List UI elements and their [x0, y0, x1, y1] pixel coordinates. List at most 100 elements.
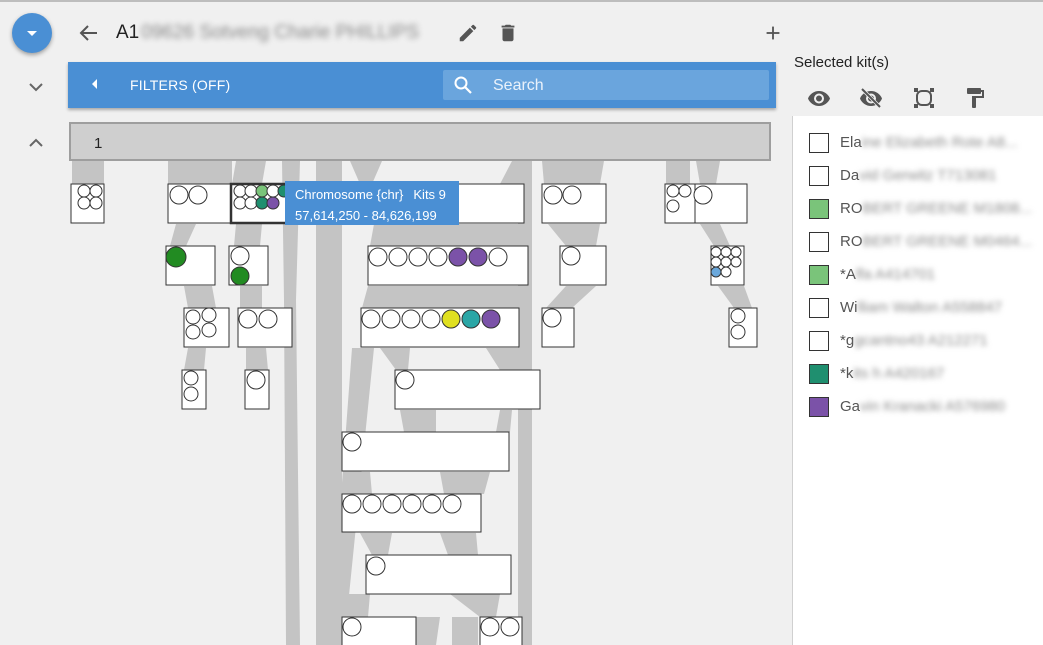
- kit-marker: [666, 199, 680, 213]
- kit-marker: [401, 309, 421, 329]
- kit-name-rest: ine Elizabeth Rote A8...: [861, 134, 1018, 151]
- kit-name-rest: BERT GREENE M0464...: [862, 233, 1033, 250]
- kit-color-swatch[interactable]: [809, 364, 829, 384]
- kit-color-swatch[interactable]: [809, 397, 829, 417]
- kit-marker: [230, 246, 250, 266]
- kit-marker: [244, 196, 258, 210]
- kit-marker: [266, 196, 280, 210]
- kit-name-rest: vin Kranacki A576980: [860, 398, 1006, 415]
- kit-color-swatch[interactable]: [809, 298, 829, 318]
- kit-name-rest: BERT GREENE M1808...: [862, 200, 1033, 217]
- kit-marker: [185, 324, 201, 340]
- kit-color-swatch[interactable]: [809, 331, 829, 351]
- kit-color-swatch[interactable]: [809, 199, 829, 219]
- kit-marker: [421, 309, 441, 329]
- flow-band: [240, 286, 262, 308]
- kit-marker: [169, 185, 189, 205]
- kit-marker: [258, 309, 278, 329]
- kit-name-start: RO: [840, 200, 863, 217]
- kit-marker: [246, 370, 266, 390]
- kit-marker: [238, 309, 258, 329]
- flow-band: [246, 348, 268, 370]
- flow-band: [168, 161, 232, 184]
- kit-marker: [255, 184, 269, 198]
- flow-band: [360, 533, 392, 555]
- kit-marker: [693, 185, 713, 205]
- kit-name-start: *g: [840, 332, 855, 349]
- kit-marker: [233, 184, 247, 198]
- kit-color-swatch[interactable]: [809, 166, 829, 186]
- kit-name-start: *k: [840, 365, 854, 382]
- flow-band: [546, 286, 596, 308]
- kit-marker: [468, 247, 488, 267]
- flow-band: [548, 224, 600, 246]
- segment-node[interactable]: [365, 554, 512, 595]
- flow-band: [282, 161, 300, 645]
- flow-band: [72, 161, 104, 184]
- kit-marker: [255, 196, 269, 210]
- kit-marker: [188, 185, 208, 205]
- segment-node[interactable]: [449, 183, 525, 224]
- kit-marker: [408, 247, 428, 267]
- kit-marker: [730, 256, 742, 268]
- kit-color-swatch[interactable]: [809, 265, 829, 285]
- kit-marker: [562, 185, 582, 205]
- kit-marker: [500, 617, 520, 637]
- kit-marker: [201, 307, 217, 323]
- flow-band: [184, 286, 216, 308]
- kit-name-start: RO: [840, 233, 863, 250]
- flow-band: [450, 594, 500, 617]
- show-eye-icon[interactable]: [807, 86, 831, 110]
- flow-band: [380, 348, 410, 370]
- kit-marker: [442, 494, 462, 514]
- segment-node[interactable]: [341, 431, 510, 472]
- kit-marker: [480, 617, 500, 637]
- kit-name-rest: gcantno43 A212271: [854, 332, 988, 349]
- flow-band: [496, 410, 512, 432]
- kit-marker: [368, 247, 388, 267]
- kit-marker: [543, 185, 563, 205]
- kit-marker: [710, 256, 722, 268]
- kit-marker: [402, 494, 422, 514]
- paint-format-icon[interactable]: [963, 86, 987, 110]
- segment-node[interactable]: [394, 369, 541, 410]
- kit-marker: [362, 494, 382, 514]
- kit-marker: [428, 247, 448, 267]
- flow-band: [718, 286, 752, 308]
- kit-marker: [89, 196, 103, 210]
- kit-marker: [342, 432, 362, 452]
- kit-marker: [710, 266, 722, 278]
- kit-marker: [342, 494, 362, 514]
- kit-color-swatch[interactable]: [809, 133, 829, 153]
- kit-marker: [342, 617, 362, 637]
- flow-band: [416, 617, 440, 645]
- flow-band: [700, 224, 730, 246]
- kit-marker: [730, 246, 742, 258]
- kit-name-start: Da: [840, 167, 860, 184]
- kit-name-start: Wi: [840, 299, 858, 316]
- segment-tooltip: Chromosome {chr} Kits 9 57,614,250 - 84,6…: [285, 181, 459, 225]
- kit-color-swatch[interactable]: [809, 232, 829, 252]
- kit-marker: [366, 556, 386, 576]
- kit-marker: [361, 309, 381, 329]
- kit-marker: [89, 184, 103, 198]
- flow-band: [344, 594, 370, 617]
- flow-band: [234, 224, 262, 246]
- flow-band: [542, 161, 604, 184]
- tooltip-kits: Kits 9: [413, 187, 446, 202]
- tooltip-range: 57,614,250 - 84,626,199: [295, 208, 437, 223]
- kit-marker: [542, 308, 562, 328]
- flow-band: [400, 410, 436, 432]
- select-all-icon[interactable]: [912, 86, 936, 110]
- kit-marker: [720, 256, 732, 268]
- kit-marker: [488, 247, 508, 267]
- kit-marker: [382, 494, 402, 514]
- hide-eye-off-icon[interactable]: [859, 86, 883, 110]
- kit-name-rest: lfa A414701: [855, 266, 936, 283]
- kit-marker: [666, 184, 680, 198]
- kit-marker: [720, 246, 732, 258]
- kit-marker: [730, 324, 746, 340]
- selected-kits-panel: Elaine Elizabeth Rote A8... David Gerwit…: [792, 116, 1043, 645]
- flow-band: [346, 472, 372, 494]
- selected-kits-label: Selected kit(s): [794, 54, 890, 71]
